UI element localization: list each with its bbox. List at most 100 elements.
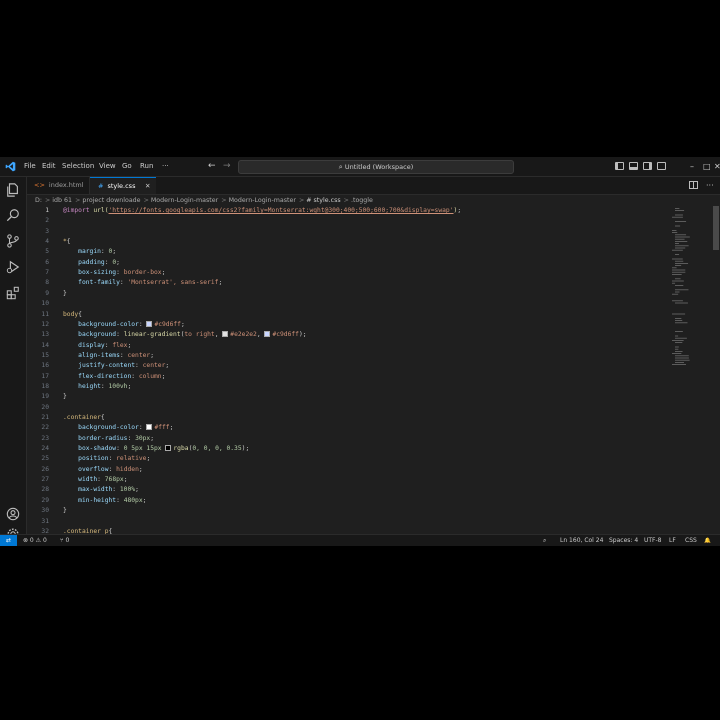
minimap-line — [675, 208, 680, 209]
line-number: 25 — [41, 455, 49, 463]
eol-status[interactable]: LF — [669, 535, 676, 546]
code-token: #c9d6ff — [272, 331, 299, 339]
vscode-logo-icon — [5, 161, 16, 172]
breadcrumb-item[interactable]: # style.css — [306, 197, 340, 204]
command-center-search[interactable]: ⌕ Untitled (Workspace) — [238, 160, 514, 174]
minimap-line — [672, 293, 679, 295]
code-token: background-color — [78, 424, 139, 432]
code-token: : — [108, 455, 117, 463]
explorer-icon[interactable] — [6, 182, 20, 197]
line-number: 6 — [45, 258, 49, 266]
line-number: 18 — [41, 382, 49, 390]
language-mode[interactable]: CSS — [685, 535, 697, 546]
cursor-position[interactable]: Ln 160, Col 24 — [560, 535, 603, 546]
code-token: 0 5px 15px — [123, 445, 166, 453]
breadcrumb-item[interactable]: D: — [35, 197, 42, 204]
code-editor[interactable]: 1 @import url('https://fonts.googleapis.c… — [27, 206, 712, 545]
code-token: #c9d6ff — [154, 320, 181, 328]
code-text: } — [63, 289, 67, 299]
code-token: : — [112, 486, 120, 494]
zoom-icon[interactable]: ⌕ — [543, 535, 546, 546]
minimap-line — [675, 335, 679, 337]
code-token: position — [78, 455, 109, 463]
code-text: .container{ — [63, 413, 105, 423]
color-swatch[interactable] — [146, 320, 153, 327]
run-debug-icon[interactable] — [6, 259, 20, 274]
minimap-line — [675, 302, 688, 304]
search-icon[interactable] — [6, 207, 20, 222]
menu-view[interactable]: View — [99, 157, 116, 176]
minimap-line — [672, 249, 683, 251]
toggle-primary-sidebar-icon[interactable] — [615, 162, 624, 170]
code-token: 480px — [123, 496, 143, 504]
maximize-icon[interactable]: □ — [703, 157, 711, 176]
minimap-line — [675, 362, 684, 363]
code-text: position: relative; — [63, 454, 150, 464]
minimap[interactable] — [670, 206, 712, 534]
ports-status[interactable]: ⑂ 0 — [60, 535, 69, 546]
toggle-secondary-sidebar-icon[interactable] — [643, 162, 652, 170]
menu-go[interactable]: Go — [122, 157, 132, 176]
problems-status[interactable]: ⊗ 0 ⚠ 0 — [23, 535, 47, 546]
code-token: 100% — [119, 486, 136, 494]
code-token: align-items — [78, 351, 120, 359]
remote-indicator-icon[interactable]: ⇄ — [0, 535, 17, 546]
menu-selection[interactable]: Selection — [62, 157, 94, 176]
code-token: 768px — [104, 476, 124, 484]
close-window-icon[interactable]: ✕ — [714, 157, 720, 176]
source-control-icon[interactable] — [6, 233, 20, 248]
close-tab-icon[interactable]: ✕ — [145, 178, 150, 195]
code-token: ; — [116, 258, 120, 266]
breadcrumb-item[interactable]: .toggle — [351, 197, 373, 204]
minimap-line — [675, 234, 687, 236]
split-editor-icon[interactable] — [689, 181, 698, 189]
code-token: , — [256, 331, 265, 339]
toggle-panel-icon[interactable] — [629, 162, 638, 170]
code-token: : — [116, 331, 124, 339]
breadcrumb-item[interactable]: Modern-Login-master — [229, 197, 296, 204]
minimize-icon[interactable]: – — [690, 157, 694, 176]
breadcrumb-item[interactable]: idb 61 — [52, 197, 72, 204]
minimap-line — [675, 225, 681, 227]
vscode-window: File Edit Selection View Go Run ··· ← → … — [0, 157, 720, 546]
minimap-line — [675, 289, 689, 291]
extensions-icon[interactable] — [6, 285, 20, 300]
code-text: align-items: center; — [63, 351, 154, 361]
minimap-line — [675, 241, 688, 242]
minimap-line — [672, 271, 686, 273]
code-token: width — [78, 476, 98, 484]
minimap-line — [675, 263, 689, 264]
menu-file[interactable]: File — [24, 157, 36, 176]
breadcrumb-item[interactable]: Modern-Login-master — [151, 197, 218, 204]
code-token: } — [63, 507, 67, 515]
encoding-status[interactable]: UTF-8 — [644, 535, 662, 546]
scrollbar-thumb[interactable] — [713, 206, 719, 250]
vertical-scrollbar[interactable] — [712, 206, 720, 534]
settings-gear-icon[interactable] — [6, 526, 20, 534]
breadcrumb-separator: > — [143, 197, 149, 204]
code-token: { — [66, 238, 71, 246]
customize-layout-icon[interactable] — [657, 162, 666, 170]
tab-index-html[interactable]: <> index.html — [27, 177, 90, 194]
menu-more[interactable]: ··· — [162, 157, 169, 176]
indentation-status[interactable]: Spaces: 4 — [609, 535, 638, 546]
more-actions-icon[interactable]: ··· — [706, 177, 714, 194]
tab-style-css[interactable]: # style.css ✕ — [90, 177, 156, 194]
color-swatch[interactable] — [264, 331, 271, 338]
account-icon[interactable] — [6, 506, 20, 521]
notifications-bell-icon[interactable]: 🔔 — [704, 535, 711, 546]
breadcrumb-item[interactable]: project downloade — [82, 197, 140, 204]
back-arrow-icon[interactable]: ← — [208, 157, 216, 176]
code-token: ; — [165, 362, 170, 370]
forward-arrow-icon[interactable]: → — [223, 157, 231, 176]
code-text: background-color: #fff; — [63, 423, 173, 433]
code-token: body — [63, 310, 79, 318]
menu-edit[interactable]: Edit — [42, 157, 56, 176]
menu-run[interactable]: Run — [140, 157, 153, 176]
color-swatch[interactable] — [222, 331, 229, 338]
color-swatch[interactable] — [165, 445, 172, 452]
line-number: 2 — [45, 217, 49, 225]
color-swatch[interactable] — [146, 424, 153, 431]
